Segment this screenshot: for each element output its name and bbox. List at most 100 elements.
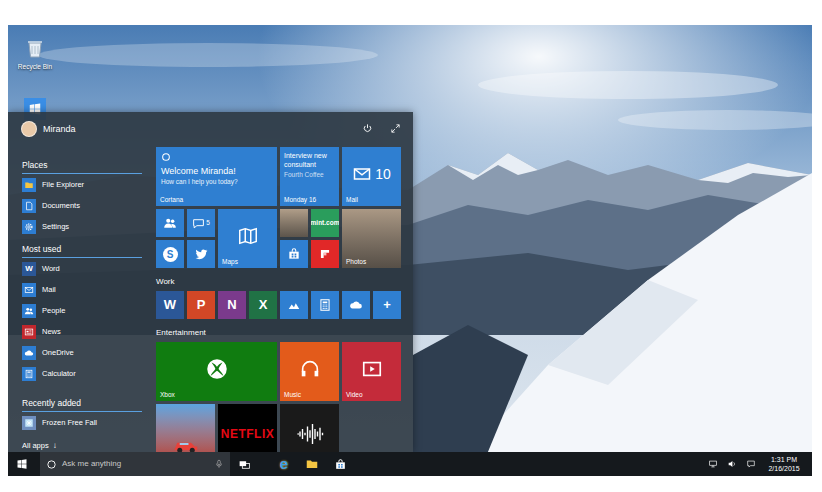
start-menu: Miranda PlacesFile ExplorerDocuments Setti… xyxy=(8,112,413,452)
all-apps-button[interactable]: All apps↓ xyxy=(22,439,142,452)
tile-content: W xyxy=(156,291,184,319)
list-item[interactable]: People xyxy=(22,300,142,321)
tile[interactable]: S xyxy=(156,240,184,268)
tile-group: XboxMusicVideo NETFLIX xyxy=(156,342,413,452)
list-item[interactable]: W Word xyxy=(22,258,142,279)
list-item[interactable]: OneDrive xyxy=(22,342,142,363)
desktop-icon-label: Recycle Bin xyxy=(18,63,52,71)
folder-icon xyxy=(24,180,34,190)
list-item[interactable]: News xyxy=(22,321,142,342)
tray-button[interactable] xyxy=(741,452,760,476)
app-icon xyxy=(22,367,36,381)
list-item-label: OneDrive xyxy=(42,348,74,358)
money-icon xyxy=(287,298,301,312)
list-item[interactable]: File Explorer xyxy=(22,174,142,195)
section-header: Most used xyxy=(22,243,142,258)
clock-date: 2/16/2015 xyxy=(768,464,799,473)
tile-content xyxy=(280,291,308,319)
tile[interactable] xyxy=(280,240,308,268)
tile[interactable]: NETFLIX xyxy=(218,404,277,452)
action-center-icon xyxy=(746,459,756,469)
tile-content: Photos xyxy=(342,209,401,268)
desktop: Recycle Bin Miranda PlacesFile ExplorerDo… xyxy=(8,25,812,476)
list-item-label: Mail xyxy=(42,285,56,295)
tile-content xyxy=(187,240,215,268)
start-menu-header: Miranda xyxy=(8,112,413,145)
taskbar-button[interactable] xyxy=(326,452,354,476)
tile[interactable]: N xyxy=(218,291,246,319)
tray-button[interactable] xyxy=(722,452,741,476)
tile-content: P xyxy=(187,291,215,319)
section-header: Places xyxy=(22,159,142,174)
tile[interactable]: mint.com xyxy=(311,209,339,237)
app-glyph-icon: W xyxy=(164,298,176,312)
list-section: Most used W Word Mail People News OneDrive Calc… xyxy=(22,243,142,384)
tile-date: Monday 16 xyxy=(284,196,316,204)
tile[interactable]: Maps xyxy=(218,209,277,268)
app-icon: W xyxy=(22,262,36,276)
user-name[interactable]: Miranda xyxy=(43,123,76,135)
taskbar-button[interactable] xyxy=(230,452,258,476)
tile[interactable]: Video xyxy=(342,342,401,401)
tile-group: W PNX + xyxy=(156,291,413,319)
tile[interactable] xyxy=(342,291,370,319)
tile-title: Welcome Miranda! xyxy=(161,166,272,177)
app-icon xyxy=(22,416,36,430)
tile[interactable] xyxy=(280,209,308,237)
tile-content: + xyxy=(373,291,401,319)
tile[interactable] xyxy=(280,291,308,319)
taskbar-button[interactable] xyxy=(298,452,326,476)
tray-button[interactable] xyxy=(703,452,722,476)
tile-title: Interview new consultant xyxy=(284,151,335,169)
taskbar-button[interactable]: e xyxy=(270,452,298,476)
music-icon xyxy=(299,358,321,380)
user-avatar[interactable] xyxy=(21,121,37,137)
tile[interactable]: Photos xyxy=(342,209,401,268)
list-item-label: News xyxy=(42,327,61,337)
document-icon xyxy=(24,201,34,211)
store-icon xyxy=(334,458,347,471)
list-item[interactable]: Settings xyxy=(22,216,142,237)
cloud-icon xyxy=(349,298,363,312)
tile[interactable]: Welcome Miranda!How can I help you today… xyxy=(156,147,277,206)
folder-icon xyxy=(305,457,319,471)
list-item[interactable]: Mail xyxy=(22,279,142,300)
app-icon xyxy=(22,178,36,192)
system-tray: 1:31 PM2/16/2015 xyxy=(703,452,812,476)
power-button[interactable] xyxy=(359,121,375,137)
list-item[interactable]: Calculator xyxy=(22,363,142,384)
list-item-label: Word xyxy=(42,264,60,274)
clock-time: 1:31 PM xyxy=(771,455,797,464)
search-box[interactable]: Ask me anything xyxy=(40,452,230,476)
list-item[interactable]: Frozen Free Fall xyxy=(22,412,142,433)
tile[interactable] xyxy=(156,209,184,237)
tile[interactable] xyxy=(280,404,339,452)
tile[interactable]: X xyxy=(249,291,277,319)
desktop-icon[interactable]: Recycle Bin xyxy=(13,35,57,71)
expand-button[interactable] xyxy=(387,121,403,137)
tile[interactable]: Interview new consultantFourth CoffeeMon… xyxy=(280,147,339,206)
tile[interactable]: P xyxy=(187,291,215,319)
tile[interactable] xyxy=(156,404,215,452)
tile[interactable] xyxy=(311,291,339,319)
clock[interactable]: 1:31 PM2/16/2015 xyxy=(760,455,808,473)
list-item-label: Settings xyxy=(42,222,69,232)
tile[interactable]: Music xyxy=(280,342,339,401)
flipboard-icon xyxy=(318,247,332,261)
tile-badge: 5 xyxy=(206,219,210,227)
start-button[interactable] xyxy=(8,452,36,476)
list-item[interactable]: Documents xyxy=(22,195,142,216)
tile-content: Maps xyxy=(218,209,277,268)
tile[interactable]: 10Mail xyxy=(342,147,401,206)
app-glyph-icon: P xyxy=(197,298,206,312)
search-placeholder: Ask me anything xyxy=(62,459,209,469)
tile[interactable]: Xbox xyxy=(156,342,277,401)
people-icon xyxy=(24,306,34,316)
tile[interactable] xyxy=(311,240,339,268)
volume-icon xyxy=(727,459,737,469)
tile[interactable]: + xyxy=(373,291,401,319)
tile[interactable]: W xyxy=(156,291,184,319)
windows-logo-icon xyxy=(16,458,28,470)
tile[interactable] xyxy=(187,240,215,268)
tile[interactable]: 5 xyxy=(187,209,215,237)
